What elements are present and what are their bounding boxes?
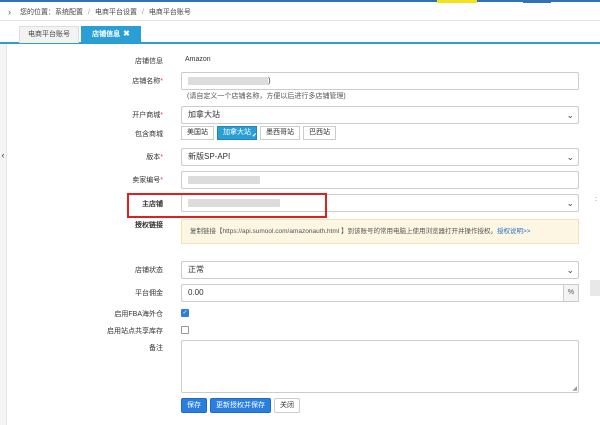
breadcrumb-separator: / xyxy=(141,8,144,16)
version-label: 版本* xyxy=(0,152,163,162)
close-icon[interactable]: ✖ xyxy=(123,29,130,38)
check-icon: ✔ xyxy=(251,133,257,139)
auth-help-link[interactable]: 授权说明>> xyxy=(497,228,531,235)
top-yellow-tab xyxy=(437,0,477,3)
right-panel-handle[interactable] xyxy=(590,280,600,296)
top-accent-bar xyxy=(0,0,600,2)
required-mark: * xyxy=(160,177,163,184)
required-mark: * xyxy=(160,112,163,119)
commission-input[interactable]: 0.00 % xyxy=(181,284,579,302)
store-info-value: Amazon xyxy=(185,56,211,63)
store-name-hint: (请自定义一个店铺名称，方便以后进行多店铺管理) xyxy=(187,93,346,100)
close-button[interactable]: 关闭 xyxy=(274,398,300,413)
chevron-down-icon: ⌄ xyxy=(566,152,574,162)
option-us[interactable]: 美国站 xyxy=(181,126,214,140)
update-auth-save-button[interactable]: 更新授权并保存 xyxy=(210,398,271,413)
auth-link-box: 复制链接【https://api.sumool.com/amazonauth.h… xyxy=(181,219,579,244)
tab-platform-accounts[interactable]: 电商平台账号 xyxy=(19,26,79,43)
included-marketplaces-label: 包含商城 xyxy=(135,131,163,138)
auth-link-text: 复制链接【https://api.sumool.com/amazonauth.h… xyxy=(190,228,498,235)
marketplace-label: 开户商城* xyxy=(0,110,163,120)
option-canada-label: 加拿大站 xyxy=(223,129,251,136)
option-brazil[interactable]: 巴西站 xyxy=(303,126,336,140)
highlight-box xyxy=(127,193,327,218)
option-mexico[interactable]: 墨西哥站 xyxy=(260,126,300,140)
commission-value: 0.00 xyxy=(188,288,204,297)
chevron-down-icon: ⌄ xyxy=(566,110,574,120)
fba-overseas-checkbox[interactable]: ✓ xyxy=(181,309,189,317)
seller-id-input[interactable] xyxy=(181,171,579,189)
tab-bar: 电商平台账号 店铺信息 ✖ xyxy=(0,22,600,44)
breadcrumb: › 您的位置： 系统配置 / 电商平台设置 / 电商平台账号 xyxy=(0,4,600,21)
store-name-label-text: 店铺名称 xyxy=(132,78,161,85)
breadcrumb-separator: / xyxy=(88,8,90,16)
included-marketplaces-group: 美国站 加拿大站 ✔ 墨西哥站 巴西站 xyxy=(181,126,339,140)
seller-id-label: 卖家编号* xyxy=(0,175,163,185)
breadcrumb-item-platform-accounts[interactable]: 电商平台账号 xyxy=(149,7,191,17)
breadcrumb-prefix: 您的位置： xyxy=(20,9,55,16)
commission-label: 平台佣金 xyxy=(135,290,163,297)
save-button[interactable]: 保存 xyxy=(181,398,207,413)
top-blue-tab xyxy=(523,0,551,3)
seller-id-label-text: 卖家编号 xyxy=(132,177,161,184)
version-value: 新版SP-API xyxy=(188,152,231,161)
shared-stock-label: 启用站点共享库存 xyxy=(107,328,163,335)
sidebar-collapse-strip[interactable] xyxy=(0,44,7,425)
shared-stock-checkbox[interactable] xyxy=(181,326,189,334)
option-canada[interactable]: 加拿大站 ✔ xyxy=(217,126,257,140)
version-label-text: 版本 xyxy=(146,154,161,161)
required-mark: * xyxy=(160,78,163,85)
scroll-hint: : xyxy=(595,196,597,203)
redacted-text xyxy=(188,76,268,85)
redacted-text xyxy=(188,175,260,184)
store-status-label: 店铺状态 xyxy=(135,267,163,274)
required-mark: * xyxy=(160,154,163,161)
version-select[interactable]: 新版SP-API ⌄ xyxy=(181,148,579,166)
percent-addon: % xyxy=(563,284,579,302)
resize-grip-icon[interactable]: ◢ xyxy=(572,385,577,392)
remarks-textarea[interactable]: ◢ xyxy=(181,340,579,393)
chevron-down-icon: ⌄ xyxy=(566,198,574,208)
chevron-right-icon: › xyxy=(8,7,11,17)
marketplace-label-text: 开户商城 xyxy=(132,112,161,119)
chevron-down-icon: ⌄ xyxy=(566,265,574,275)
fba-overseas-label: 启用FBA海外仓 xyxy=(114,311,163,318)
tab-label: 店铺信息 xyxy=(92,31,121,38)
marketplace-select[interactable]: 加拿大站 ⌄ xyxy=(181,106,579,124)
auth-link-label: 授权链接 xyxy=(135,222,163,229)
store-name-label: 店铺名称* xyxy=(0,76,163,86)
breadcrumb-item-platform-settings[interactable]: 电商平台设置 xyxy=(95,7,137,17)
store-status-select[interactable]: 正常 ⌄ xyxy=(181,261,579,279)
store-name-value: ) xyxy=(268,76,271,85)
store-status-value: 正常 xyxy=(188,265,204,274)
remarks-label: 备注 xyxy=(149,345,163,352)
tab-store-info[interactable]: 店铺信息 ✖ xyxy=(81,26,141,42)
marketplace-value: 加拿大站 xyxy=(188,110,220,119)
breadcrumb-item-system-config[interactable]: 系统配置 xyxy=(55,7,83,17)
store-info-label: 店铺信息 xyxy=(135,58,163,65)
tab-label: 电商平台账号 xyxy=(28,31,70,38)
store-name-input[interactable]: ) xyxy=(181,72,579,90)
action-buttons: 保存 更新授权并保存 关闭 xyxy=(181,398,303,413)
